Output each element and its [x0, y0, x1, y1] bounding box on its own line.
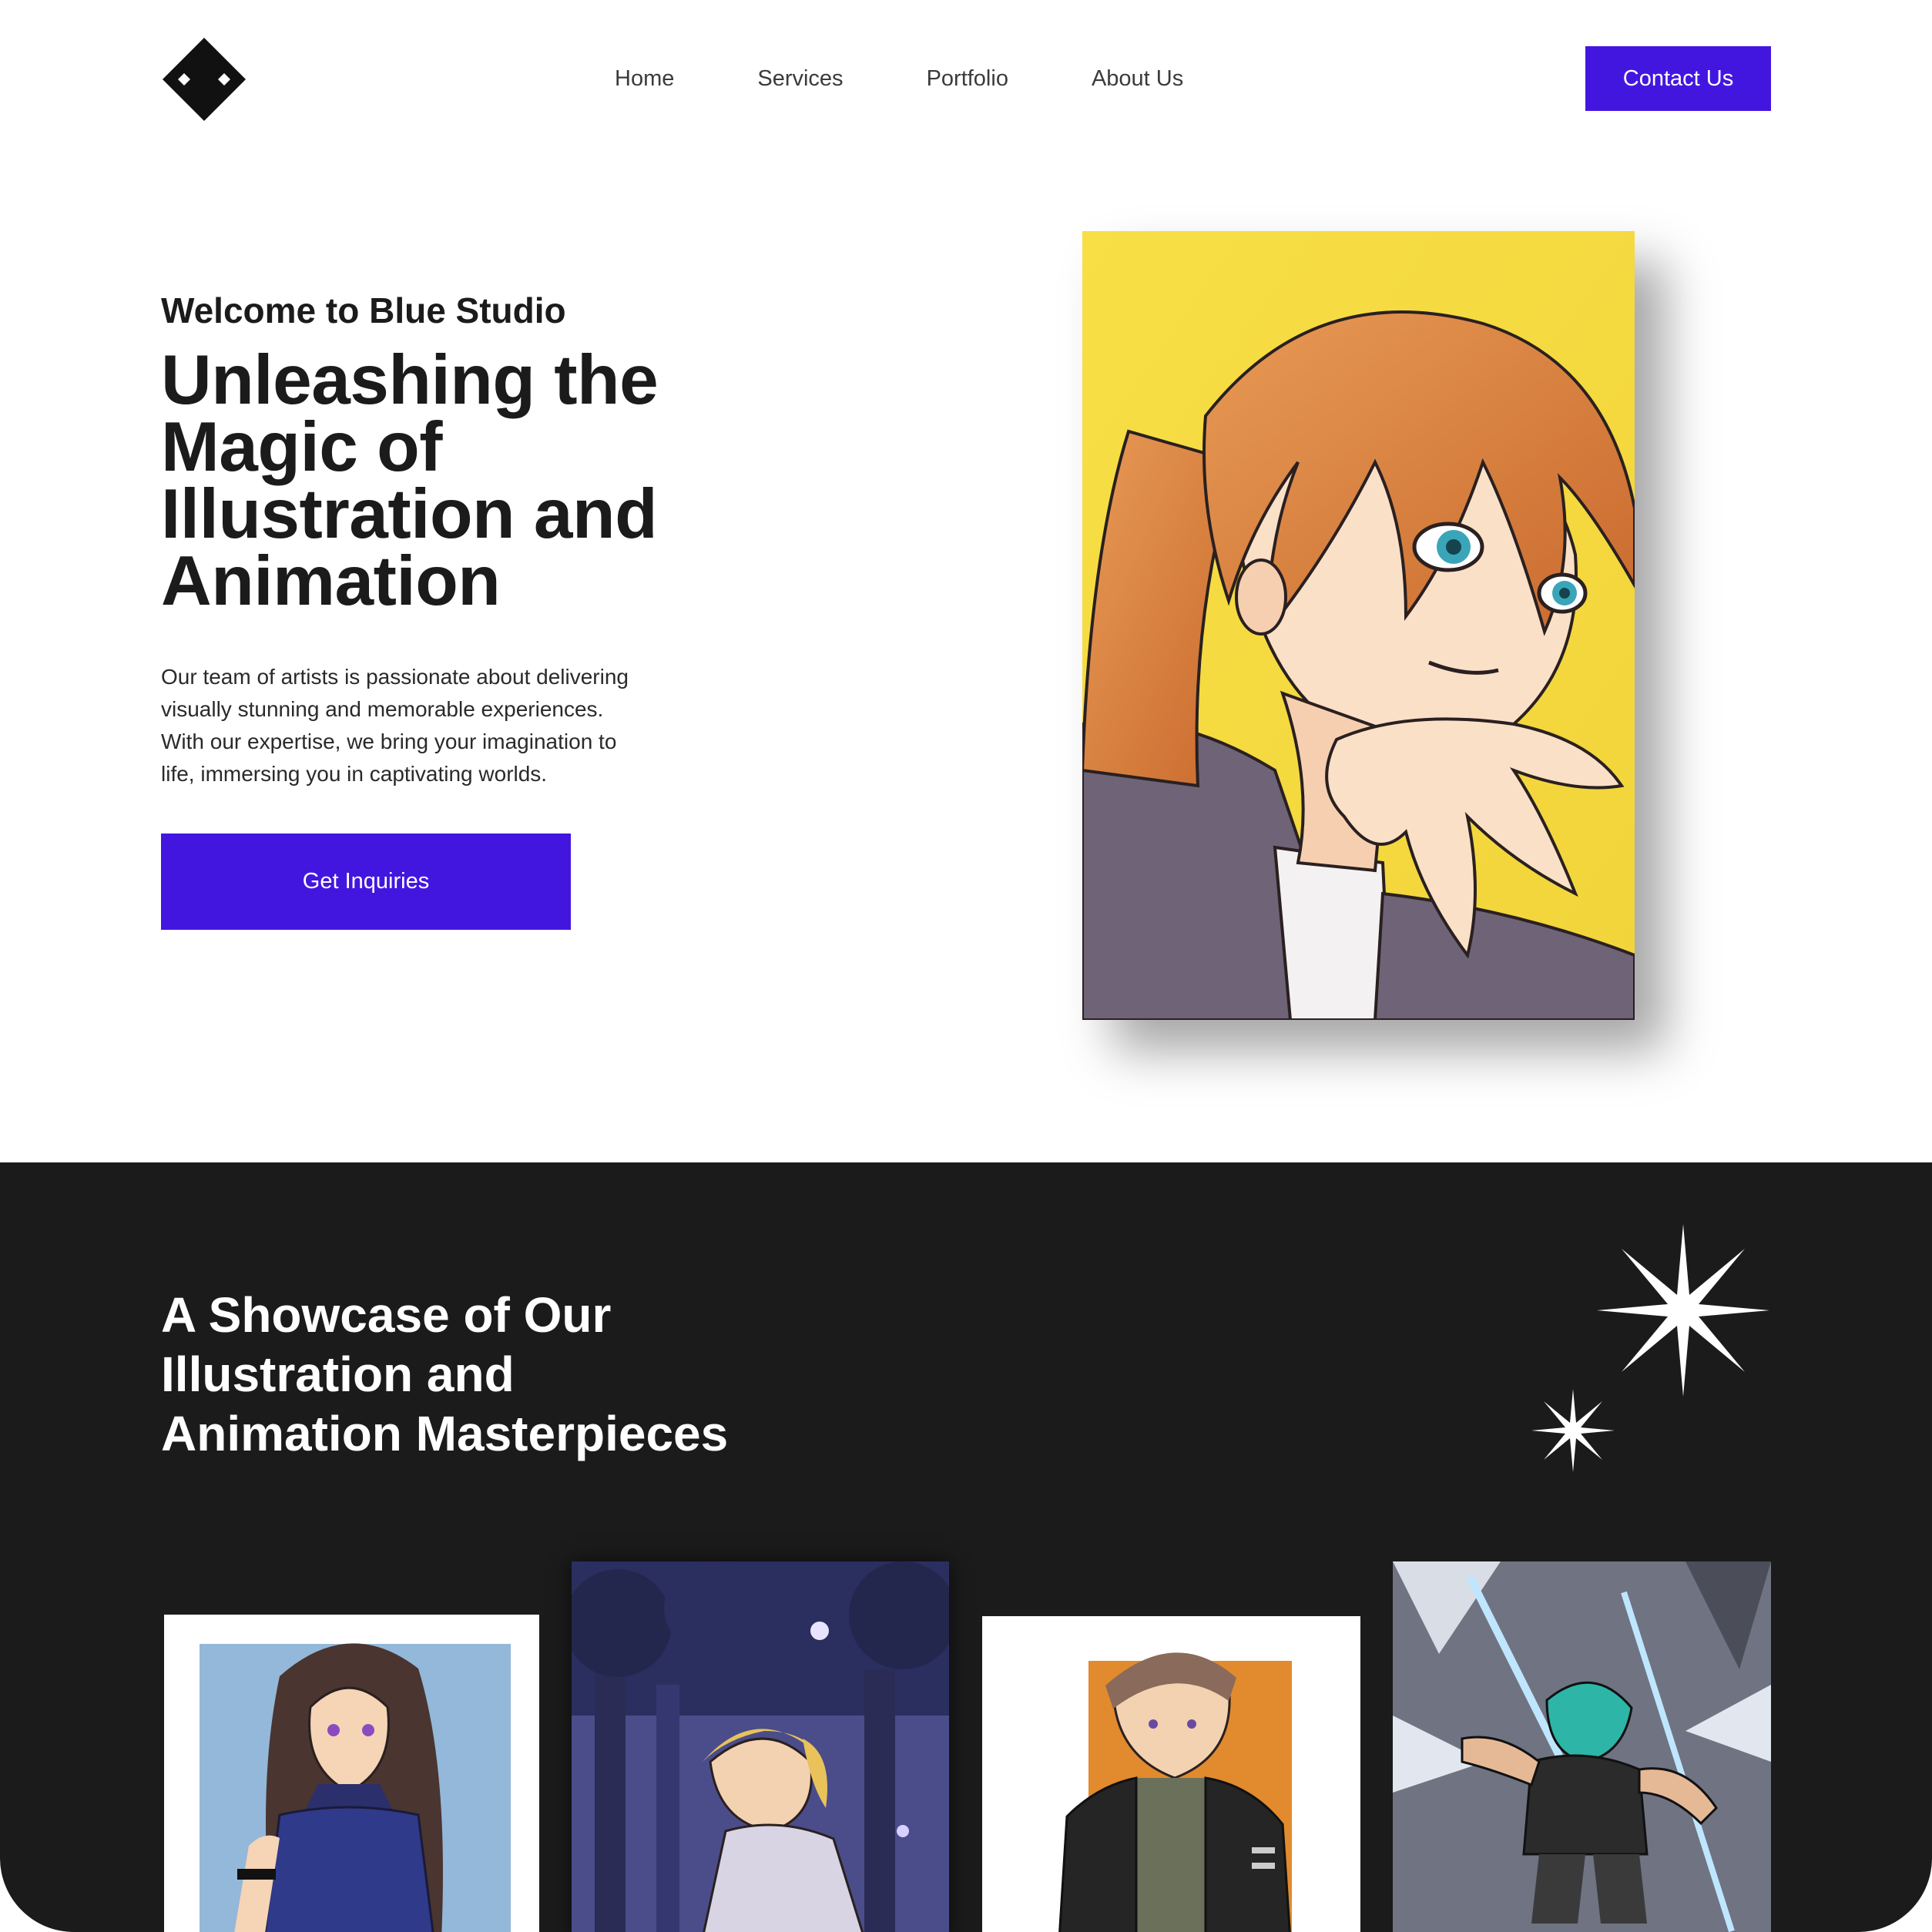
portfolio-card[interactable]: [982, 1616, 1360, 1932]
long-haired-warrior-illustration: [200, 1643, 511, 1932]
portfolio-card[interactable]: [164, 1615, 539, 1932]
night-forest-girl-illustration: [572, 1561, 949, 1932]
sparkle-large-icon: [1597, 1224, 1769, 1397]
portfolio-card[interactable]: [572, 1561, 949, 1932]
hero-eyebrow: Welcome to Blue Studio: [161, 290, 566, 330]
hero-description: Our team of artists is passionate about …: [161, 661, 716, 790]
diamond-logo-icon[interactable]: [161, 36, 247, 122]
main-nav: Home Services Portfolio About Us: [615, 63, 1183, 94]
jacket-boy-illustration: [1058, 1652, 1292, 1932]
hero-description-line: Our team of artists is passionate about …: [161, 665, 629, 689]
portfolio-card[interactable]: [1393, 1561, 1771, 1932]
showcase-title-line: A Showcase of Our: [161, 1287, 612, 1343]
showcase-title-line: Illustration and: [161, 1347, 515, 1402]
hero-description-line: life, immersing you in captivating world…: [161, 762, 548, 786]
nav-about-us-link[interactable]: About Us: [1092, 66, 1183, 92]
hero-title-line: Animation: [161, 542, 501, 620]
hero-description-line: visually stunning and memorable experien…: [161, 697, 604, 721]
hero-title-line: Magic of: [161, 408, 443, 486]
hero-title: Unleashing the Magic of Illustration and…: [161, 341, 793, 620]
anime-girl-illustration: [1082, 231, 1635, 1020]
nav-services-link[interactable]: Services: [757, 66, 843, 92]
nav-home-link[interactable]: Home: [615, 66, 674, 92]
showcase-title: A Showcase of Our Illustration and Anima…: [161, 1286, 728, 1464]
get-inquiries-button[interactable]: Get Inquiries: [161, 834, 571, 930]
landing-page: Home Services Portfolio About Us Contact…: [0, 0, 1932, 1932]
hero-description-line: With our expertise, we bring your imagin…: [161, 730, 617, 753]
hero-title-line: Unleashing the: [161, 341, 659, 419]
hero-title-line: Illustration and: [161, 475, 658, 553]
showcase-section: A Showcase of Our Illustration and Anima…: [0, 1162, 1932, 1932]
action-slash-illustration: [1393, 1561, 1771, 1932]
showcase-title-line: Animation Masterpieces: [161, 1406, 729, 1461]
sparkle-small-icon: [1531, 1389, 1615, 1472]
nav-portfolio-link[interactable]: Portfolio: [927, 66, 1008, 92]
contact-us-button[interactable]: Contact Us: [1585, 46, 1771, 111]
